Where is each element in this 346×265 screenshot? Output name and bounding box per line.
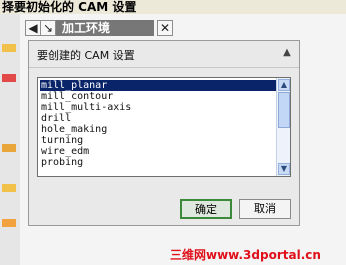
- toolbar-icon[interactable]: [2, 144, 16, 152]
- tab-machining-environment[interactable]: 加工环境: [56, 20, 154, 36]
- dialog-title: 要创建的 CAM 设置: [37, 49, 135, 62]
- scroll-thumb[interactable]: [278, 92, 290, 128]
- toolbar-icon[interactable]: [2, 184, 16, 192]
- cam-setup-list[interactable]: mill_planar mill_contour mill_multi-axis…: [37, 77, 291, 177]
- cam-setup-dialog: 要创建的 CAM 设置 ▲ mill_planar mill_contour m…: [28, 40, 300, 226]
- list-item[interactable]: turning: [40, 135, 277, 146]
- watermark: 三维网www.3dportal.cn: [170, 248, 321, 262]
- dialog-header: 要创建的 CAM 设置 ▲: [29, 41, 299, 68]
- ok-button[interactable]: 确定: [180, 199, 232, 219]
- left-toolbar: [0, 14, 21, 265]
- nav-back-icon[interactable]: ◀: [25, 20, 41, 36]
- scroll-down-icon[interactable]: ▼: [278, 163, 290, 175]
- list-item[interactable]: probing: [40, 157, 277, 168]
- app-title: 择要初始化的 CAM 设置: [0, 0, 346, 14]
- list-item[interactable]: drill: [40, 113, 277, 124]
- list-item[interactable]: wire_edm: [40, 146, 277, 157]
- nav-forward-icon[interactable]: ↘: [40, 20, 56, 36]
- close-icon[interactable]: ✕: [157, 20, 173, 36]
- list-item[interactable]: mill_planar: [40, 80, 277, 91]
- toolbar-icon[interactable]: [2, 44, 16, 52]
- list-item[interactable]: hole_making: [40, 124, 277, 135]
- list-scrollbar[interactable]: ▲ ▼: [276, 78, 290, 176]
- collapse-icon[interactable]: ▲: [281, 48, 293, 58]
- list-item[interactable]: mill_multi-axis: [40, 102, 277, 113]
- toolbar-icon[interactable]: [2, 219, 16, 227]
- toolbar-icon[interactable]: [2, 74, 16, 82]
- scroll-up-icon[interactable]: ▲: [278, 79, 290, 91]
- list-item[interactable]: mill_contour: [40, 91, 277, 102]
- cancel-button[interactable]: 取消: [239, 199, 291, 219]
